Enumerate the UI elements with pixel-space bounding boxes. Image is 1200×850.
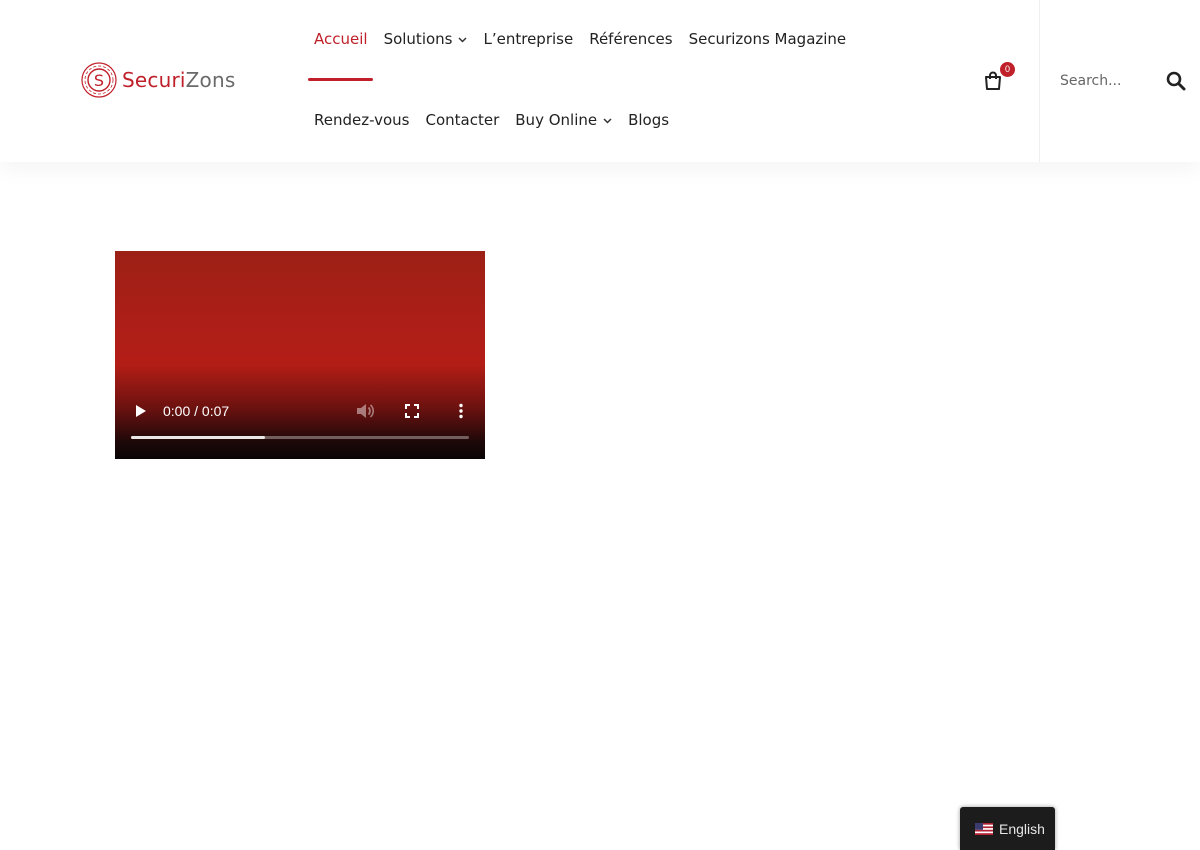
nav-item-label: Contacter: [425, 111, 500, 129]
svg-text:S: S: [94, 71, 104, 90]
nav-item-rendez-vous[interactable]: Rendez-vous: [314, 111, 410, 129]
main-nav-row-2: Rendez-vous Contacter Buy Online Blogs: [314, 111, 685, 129]
us-flag-icon: [975, 822, 993, 835]
video-progress-fill: [131, 436, 265, 439]
logo-wordmark-part2: Zons: [185, 68, 236, 92]
logo-wordmark-part1: Securi: [122, 68, 186, 92]
search-icon: [1166, 71, 1186, 91]
video-time-display: 0:00 / 0:07: [163, 403, 230, 419]
nav-item-label: Accueil: [314, 30, 368, 48]
main-nav-row-1: Accueil Solutions L’entreprise Références Se…: [314, 30, 862, 48]
nav-item-label: Blogs: [628, 111, 670, 129]
nav-item-label: Rendez-vous: [314, 111, 410, 129]
play-icon: [136, 405, 146, 417]
logo-mark-icon: S: [81, 62, 117, 98]
search-button[interactable]: [1166, 71, 1186, 91]
logo-wordmark: SecuriZons: [122, 68, 236, 92]
mute-button[interactable]: [356, 403, 375, 424]
nav-item-label: Buy Online: [515, 111, 598, 129]
chevron-down-icon: [603, 116, 612, 127]
more-options-icon: [459, 403, 463, 419]
more-options-button[interactable]: [458, 403, 464, 424]
nav-item-label: Références: [589, 30, 673, 48]
language-switcher[interactable]: English: [960, 807, 1055, 850]
nav-item-label: Solutions: [383, 30, 453, 48]
language-label: English: [999, 820, 1045, 837]
nav-item-label: L’entreprise: [483, 30, 574, 48]
nav-item-r-f-rences[interactable]: Références: [589, 30, 672, 48]
search-input[interactable]: [1060, 70, 1155, 92]
fullscreen-button[interactable]: [405, 404, 419, 423]
play-button[interactable]: [134, 404, 148, 423]
nav-item-buy-online[interactable]: Buy Online: [515, 111, 612, 129]
cart-count-badge: 0: [1000, 62, 1015, 77]
active-nav-indicator: [308, 78, 373, 81]
volume-icon: [357, 404, 375, 418]
nav-item-contacter[interactable]: Contacter: [426, 111, 500, 129]
video-progress-bar[interactable]: [131, 436, 469, 439]
nav-item-accueil[interactable]: Accueil: [314, 30, 368, 48]
nav-item-solutions[interactable]: Solutions: [384, 30, 468, 48]
video-player[interactable]: 0:00 / 0:07: [115, 251, 485, 459]
site-header: S SecuriZons Accueil Solutions L’entrepris…: [0, 0, 1200, 162]
nav-item-blogs[interactable]: Blogs: [628, 111, 669, 129]
fullscreen-icon: [405, 404, 419, 418]
chevron-down-icon: [458, 35, 468, 46]
nav-item-securizons-magazine[interactable]: Securizons Magazine: [689, 30, 847, 48]
nav-item-l-entreprise[interactable]: L’entreprise: [483, 30, 573, 48]
securizons-logo[interactable]: S SecuriZons: [80, 61, 245, 101]
nav-item-label: Securizons Magazine: [688, 30, 847, 48]
